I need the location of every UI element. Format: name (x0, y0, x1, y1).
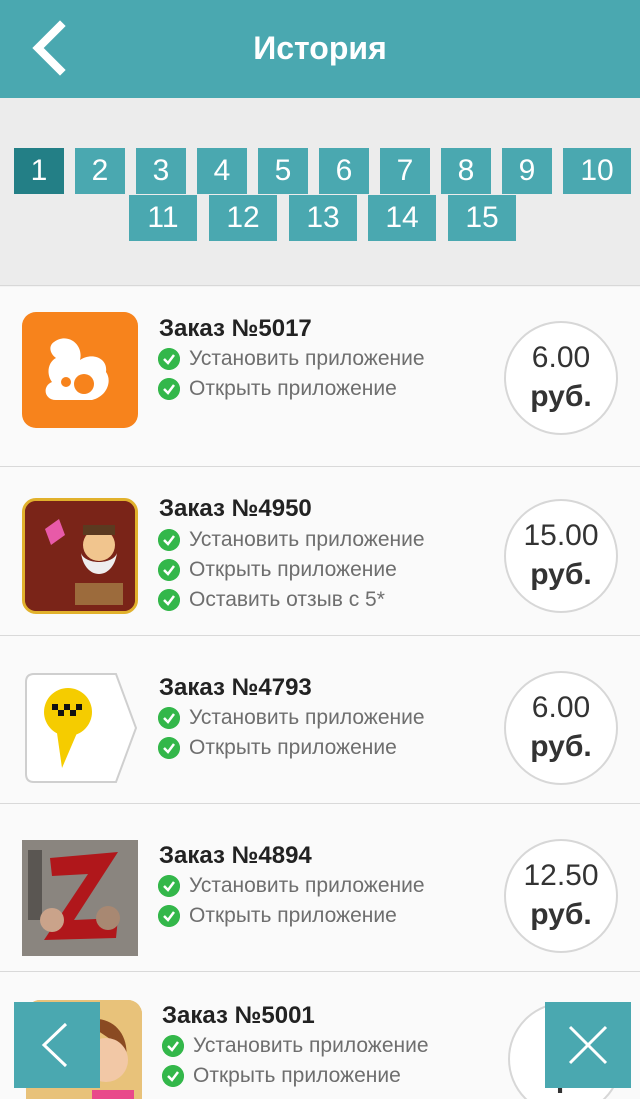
uc-browser-squirrel-icon (22, 312, 138, 428)
price-amount: 6.00 (531, 341, 591, 374)
page-9-button[interactable]: 9 (502, 148, 552, 194)
price-currency: руб. (530, 730, 592, 763)
check-icon (158, 589, 180, 611)
order-title: Заказ №4894 (159, 842, 312, 869)
pagination: 1 2 3 4 5 6 7 8 9 10 11 12 13 14 15 (0, 98, 640, 286)
back-button[interactable] (26, 20, 76, 76)
task-item: Установить приложение (158, 705, 425, 731)
chevron-left-icon (32, 20, 66, 76)
task-item: Открыть приложение (158, 557, 397, 583)
page-15-button[interactable]: 15 (448, 195, 516, 241)
page-5-button[interactable]: 5 (258, 148, 308, 194)
check-icon (162, 1065, 184, 1087)
task-label: Оставить отзыв с 5* (189, 588, 385, 611)
task-label: Открыть приложение (189, 904, 397, 927)
task-item: Установить приложение (162, 1033, 429, 1059)
close-button[interactable] (545, 1002, 631, 1088)
task-item: Открыть приложение (158, 903, 397, 929)
close-icon (568, 1025, 608, 1065)
check-icon (158, 559, 180, 581)
task-label: Установить приложение (193, 1034, 429, 1057)
task-item: Установить приложение (158, 873, 425, 899)
task-item: Открыть приложение (162, 1063, 401, 1089)
task-label: Установить приложение (189, 706, 425, 729)
price-badge: 6.00 руб. (504, 321, 618, 435)
page-title: История (253, 30, 387, 66)
order-item[interactable]: Заказ №5017 Установить приложение Открыт… (0, 287, 640, 467)
page-4-button[interactable]: 4 (197, 148, 247, 194)
price-badge: 12.50 руб. (504, 839, 618, 953)
price-currency: руб. (530, 558, 592, 591)
page-11-button[interactable]: 11 (129, 195, 197, 241)
page-8-button[interactable]: 8 (441, 148, 491, 194)
gold-miner-game-icon (22, 498, 138, 614)
task-label: Установить приложение (189, 347, 425, 370)
check-icon (158, 348, 180, 370)
page-3-button[interactable]: 3 (136, 148, 186, 194)
task-label: Открыть приложение (189, 736, 397, 759)
task-item: Установить приложение (158, 527, 425, 553)
check-icon (158, 875, 180, 897)
check-icon (158, 529, 180, 551)
zombie-game-z-icon (22, 840, 138, 956)
price-amount: 6.00 (531, 691, 591, 724)
page-2-button[interactable]: 2 (75, 148, 125, 194)
task-label: Открыть приложение (193, 1064, 401, 1087)
price-currency: руб. (530, 898, 592, 931)
page-13-button[interactable]: 13 (289, 195, 357, 241)
yandex-taxi-icon (22, 670, 138, 786)
check-icon (162, 1035, 184, 1057)
price-currency: руб. (530, 380, 592, 413)
order-title: Заказ №5001 (162, 1002, 315, 1029)
page-6-button[interactable]: 6 (319, 148, 369, 194)
check-icon (158, 905, 180, 927)
page-10-button[interactable]: 10 (563, 148, 631, 194)
app-header: История (0, 0, 640, 98)
order-title: Заказ №5017 (159, 315, 312, 342)
chevron-left-icon (41, 1022, 68, 1068)
page-12-button[interactable]: 12 (209, 195, 277, 241)
price-badge: 15.00 руб. (504, 499, 618, 613)
page-14-button[interactable]: 14 (368, 195, 436, 241)
task-item: Оставить отзыв с 5* (158, 587, 385, 613)
check-icon (158, 707, 180, 729)
page-7-button[interactable]: 7 (380, 148, 430, 194)
order-title: Заказ №4793 (159, 674, 312, 701)
task-label: Открыть приложение (189, 558, 397, 581)
price-amount: 15.00 (523, 519, 599, 552)
price-badge: 6.00 руб. (504, 671, 618, 785)
order-item[interactable]: Заказ №4950 Установить приложение Открыт… (0, 467, 640, 636)
previous-button[interactable] (14, 1002, 100, 1088)
task-item: Открыть приложение (158, 376, 397, 402)
order-item[interactable]: Заказ №4793 Установить приложение Открыт… (0, 636, 640, 804)
task-item: Открыть приложение (158, 735, 397, 761)
task-label: Открыть приложение (189, 377, 397, 400)
order-title: Заказ №4950 (159, 495, 312, 522)
task-item: Установить приложение (158, 346, 425, 372)
page-1-button[interactable]: 1 (14, 148, 64, 194)
price-amount: 12.50 (523, 859, 599, 892)
order-item[interactable]: Заказ №4894 Установить приложение Открыт… (0, 804, 640, 972)
check-icon (158, 737, 180, 759)
task-label: Установить приложение (189, 528, 425, 551)
check-icon (158, 378, 180, 400)
task-label: Установить приложение (189, 874, 425, 897)
